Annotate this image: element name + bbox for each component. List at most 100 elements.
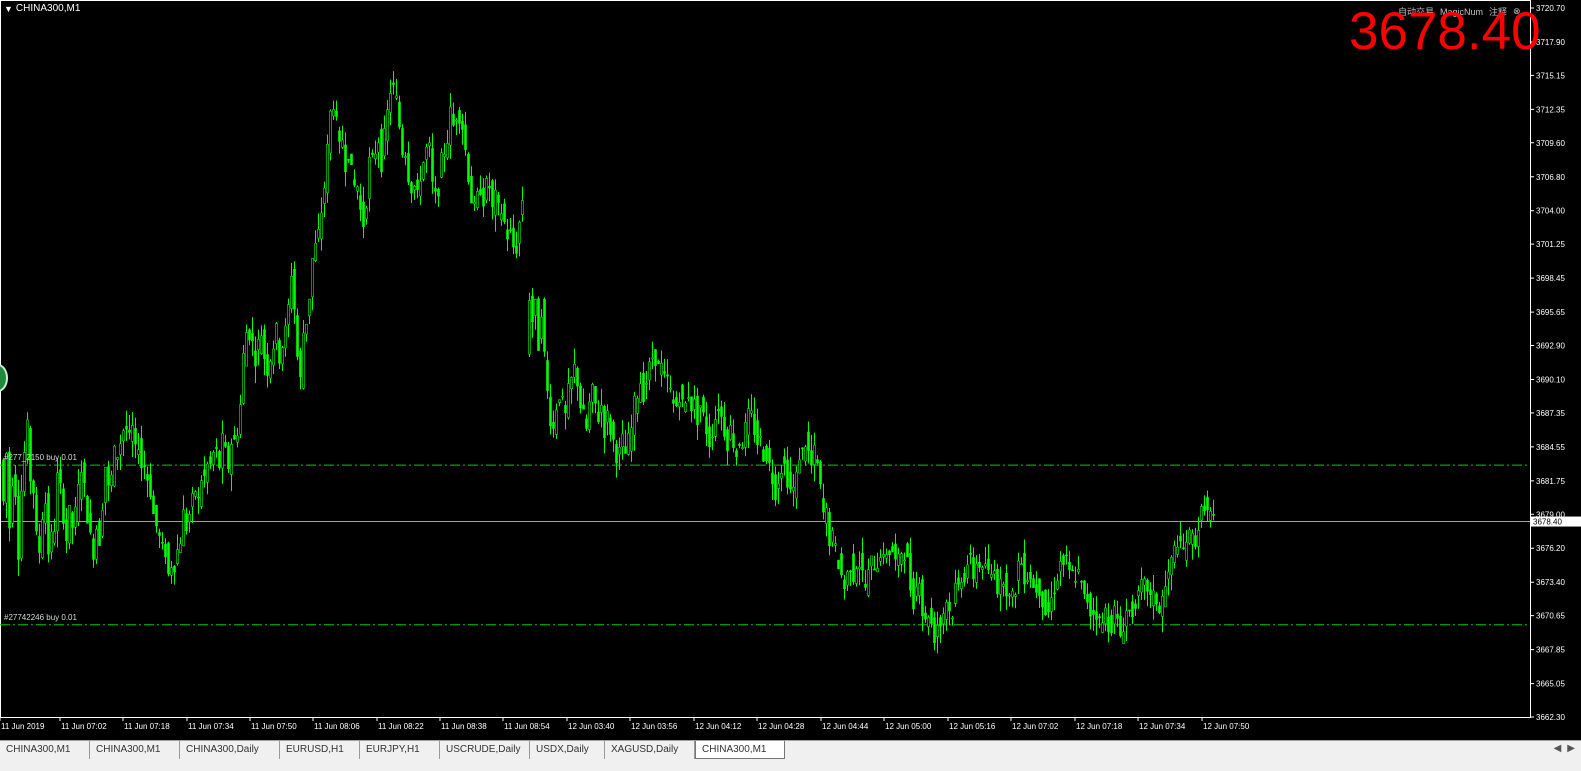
candle-body [648, 361, 651, 381]
candle-body [1080, 580, 1083, 583]
candle-body [825, 507, 828, 524]
candle-body [708, 426, 711, 447]
candle-body [693, 398, 696, 410]
candle-body [257, 339, 260, 350]
candle-body [1194, 535, 1197, 547]
candle-body [419, 180, 422, 197]
candle-body [951, 617, 954, 620]
candle-body [1203, 505, 1206, 512]
candle-body [488, 185, 491, 189]
tab-prev-icon[interactable]: ◀ [1554, 743, 1562, 754]
tab-china300-m1[interactable]: CHINA300,M1 [695, 741, 785, 759]
candle-body [11, 485, 14, 524]
candle-body [1023, 552, 1026, 585]
candle-body [386, 109, 389, 142]
candle-body [452, 113, 455, 126]
candle-body [786, 459, 789, 488]
candle-body [338, 130, 341, 142]
candle-body [768, 448, 771, 463]
candle-body [561, 395, 564, 398]
candle-body [326, 143, 329, 194]
time-label: 12 Jun 05:00 [885, 722, 932, 731]
candle-body [618, 447, 621, 455]
time-label: 12 Jun 03:56 [631, 722, 678, 731]
candle-body [116, 457, 119, 460]
tab-xagusd-daily[interactable]: XAGUSD,Daily [605, 741, 695, 759]
candle-body [308, 298, 311, 316]
candle-body [987, 558, 990, 570]
candle-body [717, 408, 720, 412]
chart-area[interactable]: 3720.70 3717.90 3715.15 3712.35 3709.60 3706.… [0, 0, 1581, 740]
candle-body [1053, 592, 1056, 595]
candle-body [14, 474, 17, 497]
tab-next-icon[interactable]: ▶ [1567, 743, 1575, 754]
candle-body [518, 221, 521, 244]
candle-body [942, 613, 945, 624]
candle-body [588, 401, 591, 431]
candle-body [816, 459, 819, 464]
tab-eurusd-h1[interactable]: EURUSD,H1 [280, 741, 360, 759]
candle-body [789, 471, 792, 490]
candle-body [350, 153, 353, 165]
price-chart[interactable]: 3720.703717.903715.153712.353709.603706.… [0, 0, 1581, 740]
tab-china300-daily[interactable]: CHINA300,Daily [180, 741, 280, 759]
candle-body [104, 467, 107, 503]
candle-body [1083, 580, 1086, 595]
candle-body [95, 528, 98, 560]
time-label: 11 Jun 08:06 [314, 722, 360, 731]
tab-usdx-daily[interactable]: USDX,Daily [530, 741, 605, 759]
candle-body [993, 570, 996, 575]
candle-body [555, 409, 558, 435]
candle-body [957, 577, 960, 585]
candle-body [137, 449, 140, 456]
candle-body [479, 189, 482, 195]
candle-body [879, 557, 882, 562]
candle-body [182, 509, 185, 547]
candle-body [377, 142, 380, 153]
candle-body [657, 361, 660, 364]
candle-body [503, 203, 506, 222]
candle-body [113, 445, 116, 487]
candle-body [443, 154, 446, 157]
candle-body [128, 429, 131, 433]
candle-body [603, 406, 606, 438]
candle-body [188, 514, 191, 523]
tab-eurjpy-h1[interactable]: EURJPY,H1 [360, 741, 440, 759]
order-label-2: #27742246 buy 0.01 [4, 612, 77, 622]
tab-china300-m1[interactable]: CHINA300,M1 [90, 741, 180, 759]
candle-body [819, 461, 822, 485]
candle-body [1197, 530, 1200, 547]
candle-body [579, 385, 582, 409]
candle-body [1128, 609, 1131, 612]
candle-body [323, 187, 326, 204]
candle-body [101, 509, 104, 537]
candle-body [876, 567, 879, 573]
tab-china300-m1[interactable]: CHINA300,M1 [0, 741, 90, 759]
candle-body [1182, 547, 1185, 550]
candle-body [813, 444, 816, 465]
candle-body [374, 153, 377, 160]
candle-body [65, 519, 68, 541]
candle-body [476, 191, 479, 208]
candle-body [678, 402, 681, 407]
candle-body [1101, 622, 1104, 633]
candle-body [897, 553, 900, 566]
candle-body [741, 447, 744, 450]
price-label: 3670.65 [1536, 612, 1565, 621]
tab-uscrude-daily[interactable]: USCRUDE,Daily [440, 741, 530, 759]
candle-body [20, 490, 23, 559]
candle-body [534, 299, 537, 316]
candle-body [984, 563, 987, 567]
menu-triangle-icon[interactable]: ▼ [4, 4, 13, 14]
candle-body [149, 474, 152, 497]
candle-body [8, 451, 11, 529]
candle-body [200, 480, 203, 507]
candle-body [909, 553, 912, 591]
candle-body [777, 483, 780, 489]
price-label: 3673.40 [1536, 578, 1565, 587]
candle-body [972, 557, 975, 580]
candle-body [122, 430, 125, 442]
candle-body [299, 350, 302, 378]
candle-body [272, 348, 275, 366]
candle-body [1056, 580, 1059, 590]
